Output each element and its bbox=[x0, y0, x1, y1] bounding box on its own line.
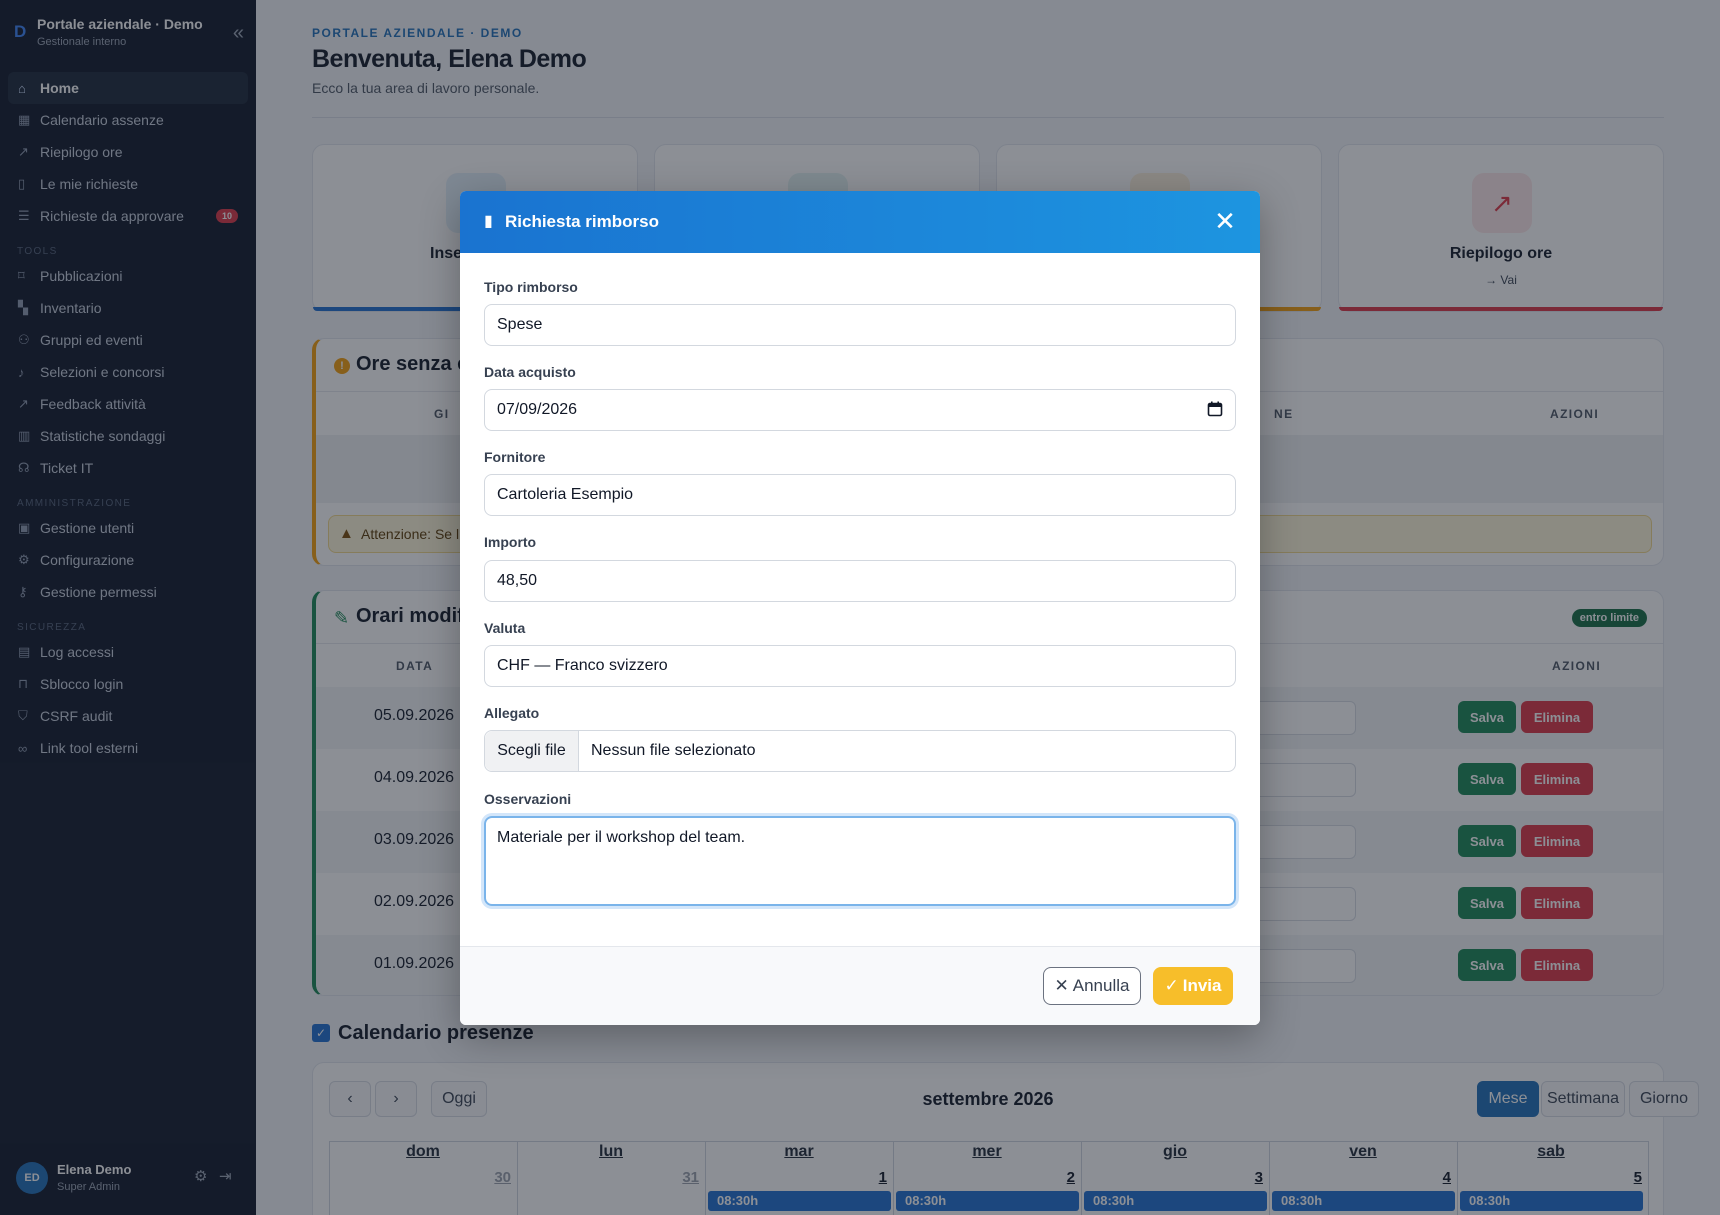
submit-button[interactable]: ✓ Invia bbox=[1153, 967, 1233, 1005]
modal-footer: ✕ Annulla ✓ Invia bbox=[460, 946, 1260, 1025]
allegato-file-input[interactable]: Scegli file Nessun file selezionato bbox=[484, 730, 1236, 772]
valuta-select[interactable]: CHF — Franco svizzero bbox=[484, 645, 1236, 687]
cancel-button[interactable]: ✕ Annulla bbox=[1043, 967, 1141, 1005]
check-icon: ✓ bbox=[1164, 976, 1179, 995]
select-value: Spese bbox=[497, 316, 543, 333]
cancel-label: Annulla bbox=[1072, 976, 1130, 995]
fornitore-label: Fornitore bbox=[484, 449, 546, 465]
data-acquisto-label: Data acquisto bbox=[484, 364, 576, 380]
calendar-picker-icon[interactable] bbox=[1207, 401, 1223, 417]
importo-input[interactable]: 48,50 bbox=[484, 560, 1236, 602]
modal-title: Richiesta rimborso bbox=[505, 212, 659, 231]
submit-label: Invia bbox=[1182, 976, 1222, 995]
input-value: Cartoleria Esempio bbox=[497, 486, 634, 503]
allegato-label: Allegato bbox=[484, 705, 540, 721]
file-invoice-icon: ▮ bbox=[484, 213, 493, 230]
tipo-rimborso-select[interactable]: Spese bbox=[484, 304, 1236, 346]
input-value: 48,50 bbox=[497, 572, 538, 589]
date-value: 07/09/2026 bbox=[497, 401, 578, 418]
tipo-rimborso-label: Tipo rimborso bbox=[484, 279, 578, 295]
close-icon: ✕ bbox=[1054, 976, 1069, 995]
modal-header: ▮ Richiesta rimborso ✕ bbox=[460, 191, 1260, 253]
fornitore-input[interactable]: Cartoleria Esempio bbox=[484, 474, 1236, 516]
osservazioni-textarea[interactable]: Materiale per il workshop del team. bbox=[484, 816, 1236, 906]
reimbursement-modal: ▮ Richiesta rimborso ✕ Tipo rimborso Spe… bbox=[460, 191, 1260, 1025]
valuta-label: Valuta bbox=[484, 620, 526, 636]
osservazioni-label: Osservazioni bbox=[484, 791, 572, 807]
choose-file-button[interactable]: Scegli file bbox=[485, 731, 579, 771]
importo-label: Importo bbox=[484, 534, 537, 550]
data-acquisto-input[interactable]: 07/09/2026 bbox=[484, 389, 1236, 431]
file-status: Nessun file selezionato bbox=[591, 742, 756, 759]
close-icon[interactable]: ✕ bbox=[1210, 207, 1240, 237]
select-value: CHF — Franco svizzero bbox=[497, 657, 668, 674]
